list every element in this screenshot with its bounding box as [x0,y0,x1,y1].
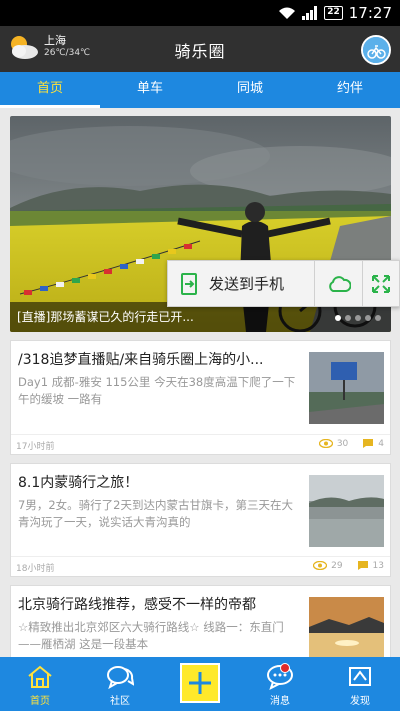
post-time: 17小时前 [16,442,55,452]
nav-community[interactable]: 社区 [80,657,160,711]
carousel-dot [365,315,371,321]
status-bar: 22 17:27 [0,0,400,26]
discover-icon [349,667,371,686]
battery-indicator: 22 [324,6,343,20]
post-card[interactable]: 8.1内蒙骑行之旅！ 7男，2女。骑行了2天到达内蒙古甘旗卡，第三天在大青沟玩了… [10,463,391,577]
tab-bike[interactable]: 单车 [100,72,200,108]
app-title: 骑乐圈 [174,42,226,61]
post-title: /318追梦直播贴/来自骑乐圈上海的小... [18,352,264,368]
carousel-indicator [335,315,381,321]
clock: 17:27 [348,4,392,22]
post-description: Day1 成都-雅安 115公里 今天在38度高温下爬了一下午的缓坡 一路有 [18,375,296,406]
comment-count: 13 [372,560,384,571]
view-count: 30 [336,438,349,449]
cloud-icon [329,275,351,292]
tab-home[interactable]: 首页 [0,72,100,108]
plus-icon [189,672,211,694]
share-popup: 发送到手机 [167,260,400,307]
nav-discover-label: 发现 [350,696,370,707]
post-card[interactable]: /318追梦直播贴/来自骑乐圈上海的小... Day1 成都-雅安 115公里 … [10,340,391,455]
post-title: 8.1内蒙骑行之旅！ [18,475,139,491]
send-to-phone-icon [181,272,197,295]
expand-icon [372,274,391,293]
title-bar: 上海 26℃/34℃ 骑乐圈 [0,26,400,72]
nav-home-label: 首页 [30,696,50,707]
nav-post[interactable] [160,657,240,711]
comment-icon [357,561,368,570]
post-title: 北京骑行路线推荐，感受不一样的帝都 [18,597,256,613]
avatar[interactable] [361,35,391,65]
tab-local[interactable]: 同城 [200,72,300,108]
post-footer: 18小时前 29 13 [11,556,390,576]
tab-companion[interactable]: 约伴 [300,72,400,108]
view-count: 29 [331,560,343,571]
nav-messages-label: 消息 [270,696,290,707]
carousel-dot [345,315,351,321]
post-card[interactable]: 北京骑行路线推荐，感受不一样的帝都 ☆精致推出北京郊区六大骑行路线☆ 线路一：东… [10,585,391,669]
post-thumbnail [309,352,384,424]
comment-icon [363,439,374,448]
carousel-dot [375,315,381,321]
signal-icon [302,6,318,20]
carousel-dot [355,315,361,321]
chat-bubbles-icon [107,666,134,690]
top-tabs: 首页 单车 同城 约伴 [0,72,400,108]
home-icon [28,665,52,688]
post-description: ☆精致推出北京郊区六大骑行路线☆ 线路一：东直门——雁栖湖 这是一段基本 [18,620,284,651]
post-footer: 17小时前 30 4 [11,434,390,454]
eye-icon [318,439,333,448]
wifi-icon [279,7,296,19]
nav-home[interactable]: 首页 [0,657,80,711]
post-description: 7男，2女。骑行了2天到达内蒙古甘旗卡，第三天在大青沟玩了一天，说实话大青沟真的 [18,498,293,529]
post-button[interactable] [180,663,220,703]
carousel-dot [335,315,341,321]
bottom-nav: 首页 社区 消息 发现 [0,657,400,711]
eye-icon [313,561,328,570]
avatar-icon [363,37,389,63]
post-time: 18小时前 [16,564,55,574]
expand-button[interactable] [363,261,399,306]
cloud-button[interactable] [315,261,364,306]
nav-messages[interactable]: 消息 [240,657,320,711]
comment-count: 4 [378,438,384,449]
send-to-phone-button[interactable]: 发送到手机 [168,261,316,306]
nav-community-label: 社区 [110,696,130,707]
nav-discover[interactable]: 发现 [320,657,400,711]
notification-badge [280,663,290,673]
send-to-phone-label: 发送到手机 [209,275,285,293]
post-thumbnail [309,475,384,547]
